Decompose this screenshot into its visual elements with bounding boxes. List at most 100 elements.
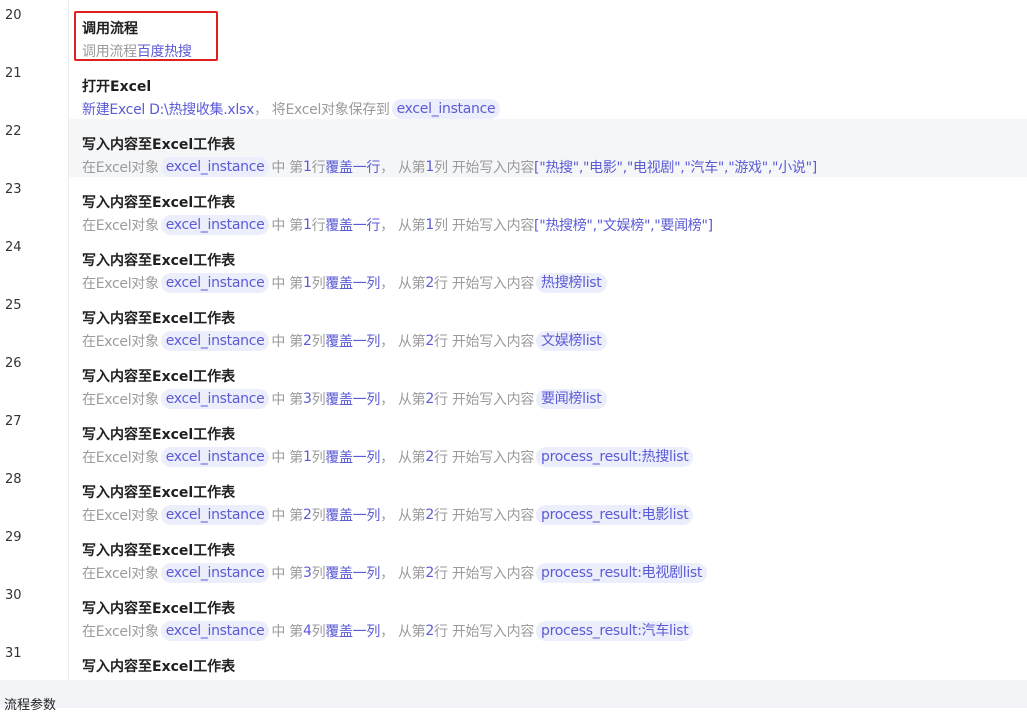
- line-number: 27: [5, 414, 22, 429]
- param-text: 列 开始写入内容: [433, 218, 535, 234]
- param-text: 中 第: [271, 218, 303, 234]
- variable-chip[interactable]: process_result:电视剧list: [536, 563, 708, 583]
- param-text: 列: [311, 624, 326, 640]
- variable-chip[interactable]: process_result:汽车list: [536, 621, 694, 641]
- param-value: 2: [425, 391, 434, 407]
- variable-chip[interactable]: process_result:热搜list: [536, 447, 694, 467]
- param-text: 行 开始写入内容: [433, 450, 535, 466]
- param-value: 3: [302, 565, 312, 581]
- param-value: 3: [302, 391, 312, 407]
- variable-chip[interactable]: excel_instance: [160, 621, 270, 641]
- param-text: ， 从第: [380, 160, 426, 176]
- param-value: 1: [425, 217, 434, 233]
- flow-step[interactable]: 写入内容至Excel工作表 在Excel对象 excel_instance 中 第1行…: [69, 119, 1027, 177]
- param-text: 中 第: [271, 392, 303, 408]
- flow-step[interactable]: 写入内容至Excel工作表 在Excel对象 excel_instance 中 第1列…: [69, 235, 1027, 293]
- param-text: 在Excel对象: [82, 450, 159, 466]
- param-text: 列: [311, 276, 326, 292]
- param-text: ， 从第: [380, 450, 426, 466]
- param-value: 4: [302, 623, 312, 639]
- param-value: 1: [302, 159, 312, 175]
- param-value: 2: [302, 333, 312, 349]
- flow-step[interactable]: 写入内容至Excel工作表 在Excel对象 excel_instance 中 第2列…: [69, 467, 1027, 525]
- line-number: 31: [5, 646, 22, 661]
- param-text: 调用流程: [82, 44, 137, 60]
- step-description: 在Excel对象 excel_instance 中 第 2 列覆盖一列， 从第 2 行 开始…: [82, 330, 609, 352]
- variable-chip[interactable]: 文娱榜list: [536, 331, 607, 351]
- variable-chip[interactable]: 热搜榜list: [536, 273, 607, 293]
- param-text: 在Excel对象: [82, 218, 159, 234]
- param-text: 中 第: [271, 566, 303, 582]
- param-text: 中 第: [271, 276, 303, 292]
- variable-chip[interactable]: excel_instance: [160, 157, 270, 177]
- param-text: 在Excel对象: [82, 566, 159, 582]
- param-text: 中 第: [271, 450, 303, 466]
- step-title: 写入内容至Excel工作表: [82, 195, 236, 211]
- step-title: 写入内容至Excel工作表: [82, 543, 236, 559]
- param-text: ， 从第: [380, 508, 426, 524]
- step-description: 在Excel对象 excel_instance 中 第 1 列覆盖一列， 从第 2 行 开始…: [82, 272, 609, 294]
- param-text: 中 第: [271, 508, 303, 524]
- step-description: 在Excel对象 excel_instance 中 第 1 行覆盖一行， 从第 1 列 开始…: [82, 214, 713, 236]
- flow-step[interactable]: 调用流程 调用流程 百度热搜: [69, 3, 1027, 61]
- variable-chip[interactable]: excel_instance: [160, 215, 270, 235]
- flow-step[interactable]: 写入内容至Excel工作表 在Excel对象 excel_instance 中 第3列…: [69, 351, 1027, 409]
- variable-chip[interactable]: process_result:电影list: [536, 505, 694, 525]
- param-text: ， 从第: [380, 218, 426, 234]
- line-number: 28: [5, 472, 22, 487]
- param-text: 中 第: [271, 624, 303, 640]
- param-value: 1: [302, 449, 312, 465]
- variable-chip[interactable]: excel_instance: [391, 99, 501, 119]
- flow-step[interactable]: 写入内容至Excel工作表 在Excel对象 excel_instance 中 第1列…: [69, 409, 1027, 467]
- bottom-panel-label[interactable]: 流程参数: [4, 694, 56, 713]
- line-number: 23: [5, 182, 22, 197]
- variable-chip[interactable]: excel_instance: [160, 505, 270, 525]
- param-text: 在Excel对象: [82, 334, 159, 350]
- step-title: 写入内容至Excel工作表: [82, 311, 236, 327]
- param-value: 覆盖一列: [325, 392, 381, 408]
- param-text: 行: [311, 218, 326, 234]
- line-number: 26: [5, 356, 22, 371]
- param-text: ， 将Excel对象保存到: [253, 102, 390, 118]
- param-value: 覆盖一行: [325, 218, 381, 234]
- step-description: 新建Excel D:\热搜收集.xlsx， 将Excel对象保存到 excel_i…: [82, 98, 502, 120]
- param-text: 在Excel对象: [82, 392, 159, 408]
- variable-chip[interactable]: excel_instance: [160, 273, 270, 293]
- flow-step[interactable]: 写入内容至Excel工作表在Excel对象 excel_instance 中 第2列…: [69, 293, 1027, 351]
- param-text: 在Excel对象: [82, 508, 159, 524]
- variable-chip[interactable]: excel_instance: [160, 331, 270, 351]
- param-value: 新建Excel D:\热搜收集.xlsx: [82, 102, 254, 118]
- step-title: 写入内容至Excel工作表: [82, 369, 236, 385]
- param-value: 覆盖一列: [325, 566, 381, 582]
- line-number: 29: [5, 530, 22, 545]
- flow-step-list: 调用流程 调用流程 百度热搜 打开Excel 新建Excel D:\热搜收集.xlsx…: [69, 0, 1027, 699]
- param-text: 行 开始写入内容: [433, 392, 535, 408]
- variable-chip[interactable]: 要闻榜list: [536, 389, 607, 409]
- step-title: 写入内容至Excel工作表: [82, 427, 236, 443]
- variable-chip[interactable]: excel_instance: [160, 563, 270, 583]
- param-text: 列: [311, 566, 326, 582]
- param-text: 中 第: [271, 334, 303, 350]
- param-text: 行 开始写入内容: [433, 624, 535, 640]
- flow-step[interactable]: 打开Excel 新建Excel D:\热搜收集.xlsx， 将Excel对象保存到…: [69, 61, 1027, 119]
- flow-step[interactable]: 写入内容至Excel工作表 在Excel对象 excel_instance 中 第3列…: [69, 525, 1027, 583]
- param-value: 覆盖一列: [325, 334, 381, 350]
- flow-step[interactable]: 写入内容至Excel工作表 在Excel对象 excel_instance 中 第4列…: [69, 583, 1027, 641]
- param-value: 覆盖一列: [325, 508, 381, 524]
- param-text: 行 开始写入内容: [433, 334, 535, 350]
- param-text: 行 开始写入内容: [433, 508, 535, 524]
- param-text: 列: [311, 392, 326, 408]
- flow-step[interactable]: 写入内容至Excel工作表 在Excel对象 excel_instance 中 第 1 行…: [69, 177, 1027, 235]
- variable-chip[interactable]: excel_instance: [160, 389, 270, 409]
- variable-chip[interactable]: excel_instance: [160, 447, 270, 467]
- param-value: 1: [425, 159, 434, 175]
- param-value: 1: [302, 275, 312, 291]
- step-title: 写入内容至Excel工作表: [82, 485, 236, 501]
- param-text: 列: [311, 450, 326, 466]
- line-number: 24: [5, 240, 22, 255]
- param-text: ， 从第: [380, 392, 426, 408]
- param-text: 行: [311, 160, 326, 176]
- step-description: 在Excel对象 excel_instance 中 第 3 列覆盖一列， 从第 2 行 开始…: [82, 562, 709, 584]
- param-value: 2: [425, 565, 434, 581]
- param-value: 覆盖一列: [325, 276, 381, 292]
